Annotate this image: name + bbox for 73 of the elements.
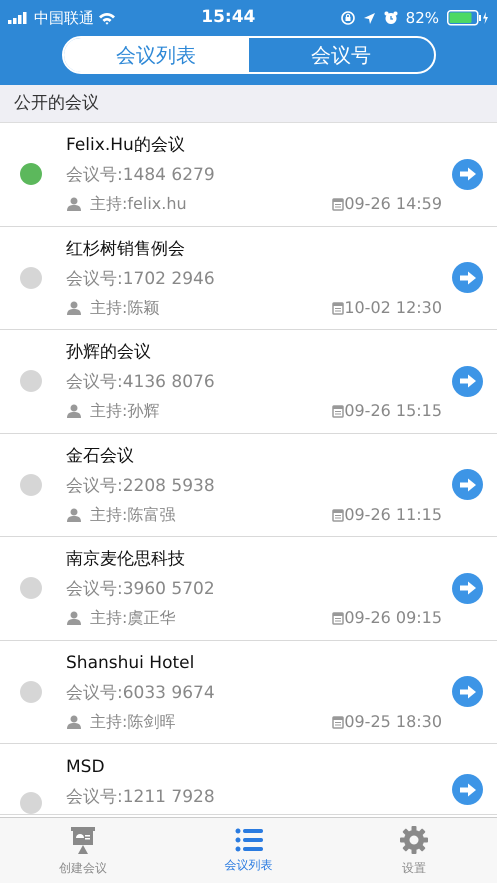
location-icon bbox=[362, 12, 376, 24]
meeting-row[interactable]: 南京麦伦思科技 会议号:3960 5702 主持:虞正华 09-26 09:15 bbox=[0, 537, 497, 640]
enter-button[interactable] bbox=[452, 676, 483, 708]
meeting-date: 09-25 18:30 bbox=[344, 710, 442, 733]
section-header: 公开的会议 bbox=[0, 85, 497, 123]
calendar-icon bbox=[332, 714, 344, 729]
host-name: 主持:陈颖 bbox=[90, 296, 160, 319]
meeting-number: 会议号:1211 7928 bbox=[66, 786, 216, 809]
list-icon bbox=[234, 828, 262, 852]
enter-button[interactable] bbox=[452, 366, 483, 397]
host-name: 主持:felix.hu bbox=[90, 193, 187, 216]
settings-icon bbox=[399, 824, 430, 854]
arrow-icon bbox=[458, 270, 476, 285]
carrier-name: 中国联通 bbox=[34, 8, 94, 29]
meeting-title: 南京麦伦思科技 bbox=[66, 548, 186, 572]
person-icon bbox=[66, 404, 82, 418]
meeting-row[interactable]: 孙辉的会议 会议号:4136 8076 主持:孙辉 09-26 15:15 bbox=[0, 330, 497, 434]
rotation-lock-icon bbox=[340, 11, 355, 25]
host-name: 主持:陈剑晖 bbox=[90, 710, 176, 733]
meeting-date: 09-26 14:59 bbox=[344, 193, 442, 216]
segment-tab[interactable]: 会议列表 bbox=[64, 38, 248, 72]
person-icon bbox=[66, 197, 82, 212]
meeting-number: 会议号:4136 8076 bbox=[66, 371, 216, 394]
meeting-row[interactable]: 红杉树销售例会 会议号:1702 2946 主持:陈颖 10-02 12:30 bbox=[0, 226, 497, 330]
arrow-icon bbox=[458, 782, 476, 796]
enter-button[interactable] bbox=[452, 469, 483, 500]
meeting-row[interactable]: Shanshui Hotel 会议号:6033 9674 主持:陈剑晖 09-25 18:30 bbox=[0, 640, 497, 744]
meeting-title: Shanshui Hotel bbox=[66, 652, 196, 675]
meeting-title: Felix.Hu的会议 bbox=[66, 134, 186, 158]
segment-tab[interactable]: 会议号 bbox=[248, 38, 434, 72]
host-name: 主持:虞正华 bbox=[90, 607, 176, 630]
calendar-icon bbox=[332, 508, 344, 522]
host-name: 主持:陈富强 bbox=[90, 504, 176, 526]
calendar-icon bbox=[332, 300, 344, 315]
meeting-date: 09-26 15:15 bbox=[344, 400, 442, 422]
clock-time: 15:44 bbox=[201, 6, 256, 30]
enter-button[interactable] bbox=[452, 262, 483, 294]
meeting-title: MSD bbox=[66, 756, 106, 779]
enter-button[interactable] bbox=[452, 774, 483, 805]
arrow-icon bbox=[458, 684, 476, 699]
wifi-icon bbox=[98, 12, 116, 24]
enter-button[interactable] bbox=[452, 572, 483, 604]
meeting-number: 会议号:1484 6279 bbox=[66, 164, 216, 188]
calendar-icon bbox=[332, 611, 344, 626]
battery-percent: 82% bbox=[406, 8, 439, 29]
alarm-icon bbox=[384, 11, 398, 25]
meeting-row[interactable]: MSD 会议号:1211 7928 bbox=[0, 744, 497, 815]
calendar-icon bbox=[332, 197, 344, 212]
meeting-date: 09-26 09:15 bbox=[344, 607, 442, 630]
tab-bar-item[interactable]: 会议列表 bbox=[166, 818, 332, 883]
arrow-icon bbox=[458, 167, 476, 182]
meeting-row[interactable]: 金石会议 会议号:2208 5938 主持:陈富强 09-26 11:15 bbox=[0, 434, 497, 537]
meeting-date: 09-26 11:15 bbox=[344, 504, 442, 526]
meeting-title: 金石会议 bbox=[66, 444, 135, 468]
battery-icon bbox=[447, 10, 489, 26]
arrow-icon bbox=[458, 374, 476, 388]
meeting-title: 红杉树销售例会 bbox=[66, 238, 186, 261]
person-icon bbox=[66, 714, 82, 729]
host-name: 主持:孙辉 bbox=[90, 400, 160, 422]
person-icon bbox=[66, 611, 82, 626]
calendar-icon bbox=[332, 404, 344, 418]
enter-button[interactable] bbox=[452, 158, 483, 190]
meeting-number: 会议号:1702 2946 bbox=[66, 268, 216, 291]
person-icon bbox=[66, 300, 82, 315]
meeting-row[interactable]: Felix.Hu的会议 会议号:1484 6279 主持:felix.hu 09-26 14:59 bbox=[0, 123, 497, 226]
arrow-icon bbox=[458, 581, 476, 596]
meeting-number: 会议号:6033 9674 bbox=[66, 682, 216, 705]
meeting-number: 会议号:2208 5938 bbox=[66, 474, 216, 498]
meeting-number: 会议号:3960 5702 bbox=[66, 578, 216, 602]
meeting-date: 10-02 12:30 bbox=[344, 296, 442, 319]
meeting-title: 孙辉的会议 bbox=[66, 341, 152, 364]
person-icon bbox=[66, 508, 82, 522]
arrow-icon bbox=[458, 478, 476, 492]
